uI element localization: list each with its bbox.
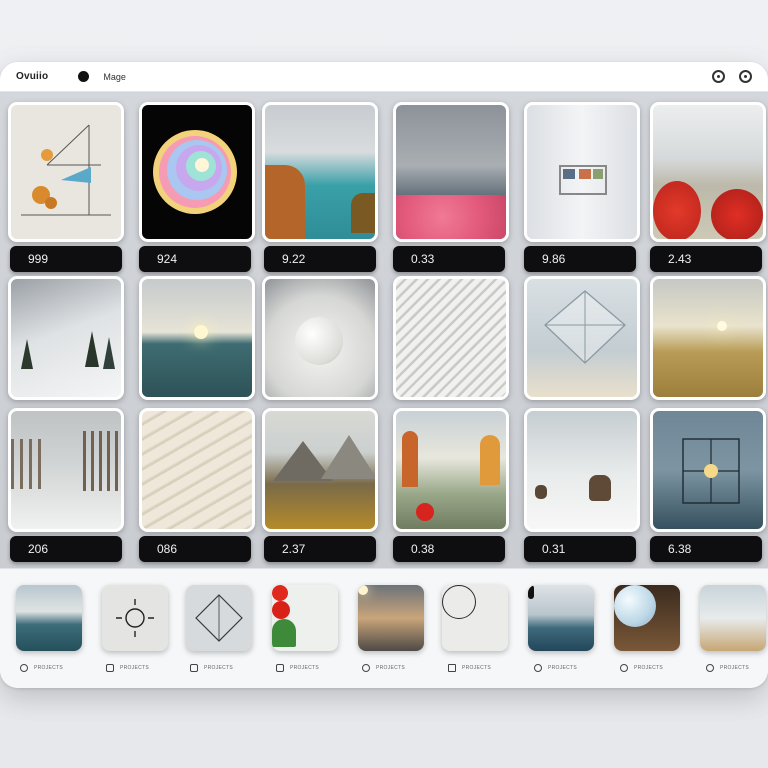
dock-item[interactable]: PROJECTS xyxy=(534,661,577,675)
dock-thumb-pearl[interactable] xyxy=(614,585,680,651)
dock-item-label: PROJECTS xyxy=(120,665,150,671)
pill-text: 2.37 xyxy=(282,542,306,556)
dock-item[interactable]: PROJECTS xyxy=(276,661,319,675)
dock-thumb-sunset[interactable] xyxy=(358,585,424,651)
pill-text: 206 xyxy=(28,542,49,556)
dock-item[interactable]: PROJECTS xyxy=(190,661,233,675)
gallery-card[interactable] xyxy=(650,276,766,400)
app-title: Ovuiio xyxy=(16,71,49,82)
gallery-card[interactable] xyxy=(524,102,640,242)
dock-item[interactable]: PROJECTS xyxy=(106,661,149,675)
gallery-card[interactable] xyxy=(393,408,509,532)
dock-item[interactable]: PROJECTS xyxy=(620,661,663,675)
gallery-card[interactable] xyxy=(524,276,640,400)
value-pill: 924 xyxy=(139,246,251,272)
dock-item[interactable]: PROJECTS xyxy=(20,661,63,675)
globe-icon xyxy=(706,664,714,672)
gallery-card[interactable] xyxy=(393,276,509,400)
value-pill: 999 xyxy=(10,246,122,272)
camera-icon xyxy=(276,664,284,672)
dock-item-label: PROJECTS xyxy=(548,665,578,671)
pill-text: 6.38 xyxy=(668,542,692,556)
rainbow-swirl-image xyxy=(153,130,237,214)
pill-text: 0.38 xyxy=(411,542,435,556)
value-pill: 0.33 xyxy=(393,246,505,272)
record-dot-icon[interactable] xyxy=(78,71,90,82)
dock-item[interactable]: PROJECTS xyxy=(448,661,491,675)
top-bar: Ovuiio Mage xyxy=(0,62,768,92)
dock-item[interactable]: PROJECTS xyxy=(362,661,405,675)
target-icon xyxy=(620,664,628,672)
app-window: Ovuiio Mage 999 924 9.22 0.33 9.86 2.43 … xyxy=(0,62,768,688)
sea-structure-image xyxy=(682,438,740,504)
value-pill: 2.37 xyxy=(264,536,376,562)
pill-text: 0.33 xyxy=(411,252,435,266)
image-gallery: 999 924 9.22 0.33 9.86 2.43 206 086 2.37… xyxy=(0,92,768,598)
dock-thumb-sun-symbol[interactable] xyxy=(102,585,168,651)
gallery-card[interactable] xyxy=(262,102,378,242)
triangle-icon xyxy=(190,664,198,672)
bottom-dock: PROJECTS PROJECTS PROJECTS PROJECTS PROJ… xyxy=(0,568,768,688)
dock-thumb-flowers[interactable] xyxy=(272,585,338,651)
dock-item-label: PROJECTS xyxy=(462,665,492,671)
dock-thumb-islands[interactable] xyxy=(700,585,766,651)
dock-item-label: PROJECTS xyxy=(290,665,320,671)
toolbar-icons xyxy=(712,70,752,83)
gallery-card[interactable] xyxy=(8,408,124,532)
power-icon xyxy=(20,664,28,672)
profile-ring-icon[interactable] xyxy=(739,70,752,83)
value-pill: 9.22 xyxy=(264,246,376,272)
bell-icon xyxy=(534,664,542,672)
pill-text: 0.31 xyxy=(542,542,566,556)
dock-thumb-water[interactable] xyxy=(528,585,594,651)
text-icon xyxy=(448,664,456,672)
pill-text: 924 xyxy=(157,252,178,266)
dock-thumb-lake[interactable] xyxy=(16,585,82,651)
gallery-card[interactable] xyxy=(524,408,640,532)
value-pill: 0.38 xyxy=(393,536,505,562)
gallery-card[interactable] xyxy=(650,102,766,242)
diamond-outline-icon xyxy=(195,594,243,642)
pill-text: 9.86 xyxy=(542,252,566,266)
copyright-icon xyxy=(362,664,370,672)
value-pill: 6.38 xyxy=(650,536,762,562)
pill-text: 2.43 xyxy=(668,252,692,266)
glass-cube-image xyxy=(544,290,626,364)
value-pill: 0.31 xyxy=(524,536,636,562)
dock-item-label: PROJECTS xyxy=(34,665,64,671)
dock-item[interactable]: PROJECTS xyxy=(706,661,749,675)
sun-symbol-icon xyxy=(116,599,154,637)
gallery-card[interactable] xyxy=(139,408,255,532)
square-icon xyxy=(106,664,114,672)
dock-thumb-circle[interactable] xyxy=(442,585,508,651)
value-pill: 9.86 xyxy=(524,246,636,272)
gallery-card[interactable] xyxy=(8,102,124,242)
pill-text: 086 xyxy=(157,542,178,556)
dock-thumb-diamond[interactable] xyxy=(186,585,252,651)
value-pill: 086 xyxy=(139,536,251,562)
geometric-sketch-image xyxy=(21,124,111,216)
gallery-card[interactable] xyxy=(650,408,766,532)
dock-item-label: PROJECTS xyxy=(634,665,664,671)
pill-text: 999 xyxy=(28,252,49,266)
dock-item-label: PROJECTS xyxy=(376,665,406,671)
settings-ring-icon[interactable] xyxy=(712,70,725,83)
gallery-card[interactable] xyxy=(262,408,378,532)
pill-text: 9.22 xyxy=(282,252,306,266)
dock-item-label: PROJECTS xyxy=(720,665,750,671)
nav-label[interactable]: Mage xyxy=(103,72,126,82)
gallery-card[interactable] xyxy=(262,276,378,400)
gallery-card[interactable] xyxy=(393,102,509,242)
gallery-card[interactable] xyxy=(8,276,124,400)
gallery-card[interactable] xyxy=(139,102,255,242)
dock-item-label: PROJECTS xyxy=(204,665,234,671)
gallery-card[interactable] xyxy=(139,276,255,400)
value-pill: 2.43 xyxy=(650,246,762,272)
value-pill: 206 xyxy=(10,536,122,562)
